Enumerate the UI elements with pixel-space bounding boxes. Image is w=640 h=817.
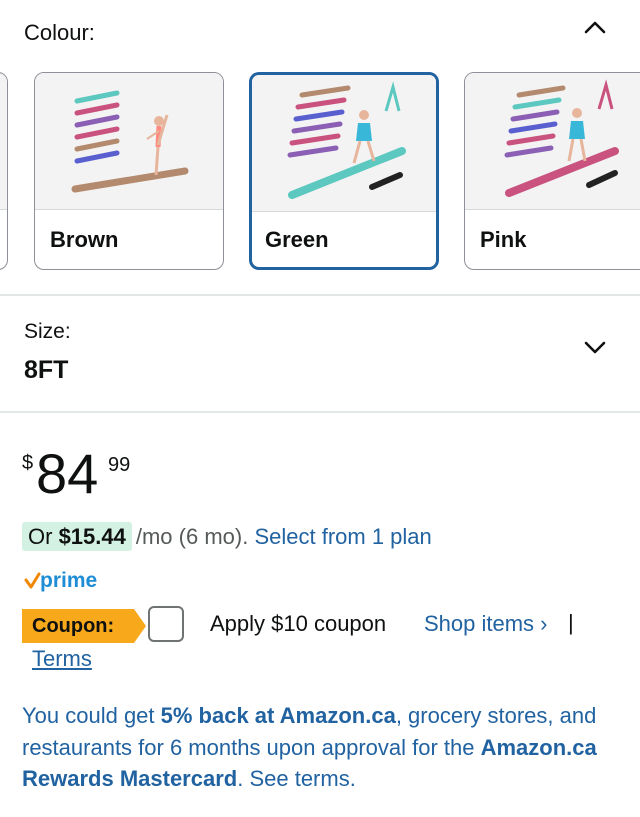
monthly-prefix: Or (28, 524, 59, 549)
size-selector[interactable]: Size: 8FT (0, 298, 640, 410)
colour-swatch-green[interactable]: Green (249, 72, 439, 270)
colour-option-label: Brown (50, 227, 119, 252)
shop-items-link[interactable]: Shop items › (424, 611, 548, 637)
monthly-payment: Or $15.44/mo (6 mo). Select from 1 plan (22, 522, 432, 551)
rewards-text: You could get (22, 703, 161, 728)
colour-swatch-pink[interactable]: Pink (464, 72, 640, 270)
monthly-amount: $15.44 (58, 524, 126, 549)
colour-swatch-brown[interactable]: Brown (34, 72, 224, 270)
rewards-promo-link[interactable]: You could get 5% back at Amazon.ca, groc… (22, 700, 622, 795)
product-image (465, 73, 640, 209)
chevron-up-icon[interactable] (580, 12, 610, 42)
price-symbol: $ (22, 452, 34, 474)
colour-option-label: Pink (480, 227, 527, 252)
colour-header[interactable]: Colour: (0, 0, 640, 64)
colour-option-label: Green (265, 227, 329, 252)
coupon-row: Coupon: Apply $10 coupon Shop items › | (22, 606, 622, 646)
rewards-terms: . See terms. (237, 766, 356, 791)
link-separator: | (568, 610, 574, 635)
product-image (35, 73, 223, 209)
colour-label: Colour: (24, 20, 95, 45)
select-plan-link[interactable]: Select from 1 plan (254, 524, 431, 549)
monthly-amount-pill: Or $15.44 (22, 522, 132, 551)
divider (0, 411, 640, 413)
prime-label: prime (40, 569, 97, 592)
price-whole: 84 (36, 442, 99, 505)
monthly-term: /mo (6 mo). (135, 524, 249, 549)
chevron-down-icon[interactable] (580, 332, 610, 362)
coupon-checkbox[interactable] (148, 606, 184, 642)
coupon-terms-link[interactable]: Terms (32, 646, 92, 672)
rewards-highlight: 5% back at Amazon.ca (160, 703, 396, 728)
divider (0, 294, 640, 296)
size-label: Size: (24, 320, 71, 343)
coupon-text: Apply $10 coupon (210, 611, 387, 636)
colour-swatch-row[interactable]: Brown Green Pink (0, 72, 640, 272)
size-value: 8FT (24, 356, 69, 384)
coupon-badge: Coupon: (22, 609, 146, 643)
product-image (252, 75, 436, 211)
colour-swatch-partial[interactable] (0, 72, 8, 270)
price-fraction: 99 (108, 454, 131, 476)
prime-logo-icon: prime (24, 569, 97, 592)
